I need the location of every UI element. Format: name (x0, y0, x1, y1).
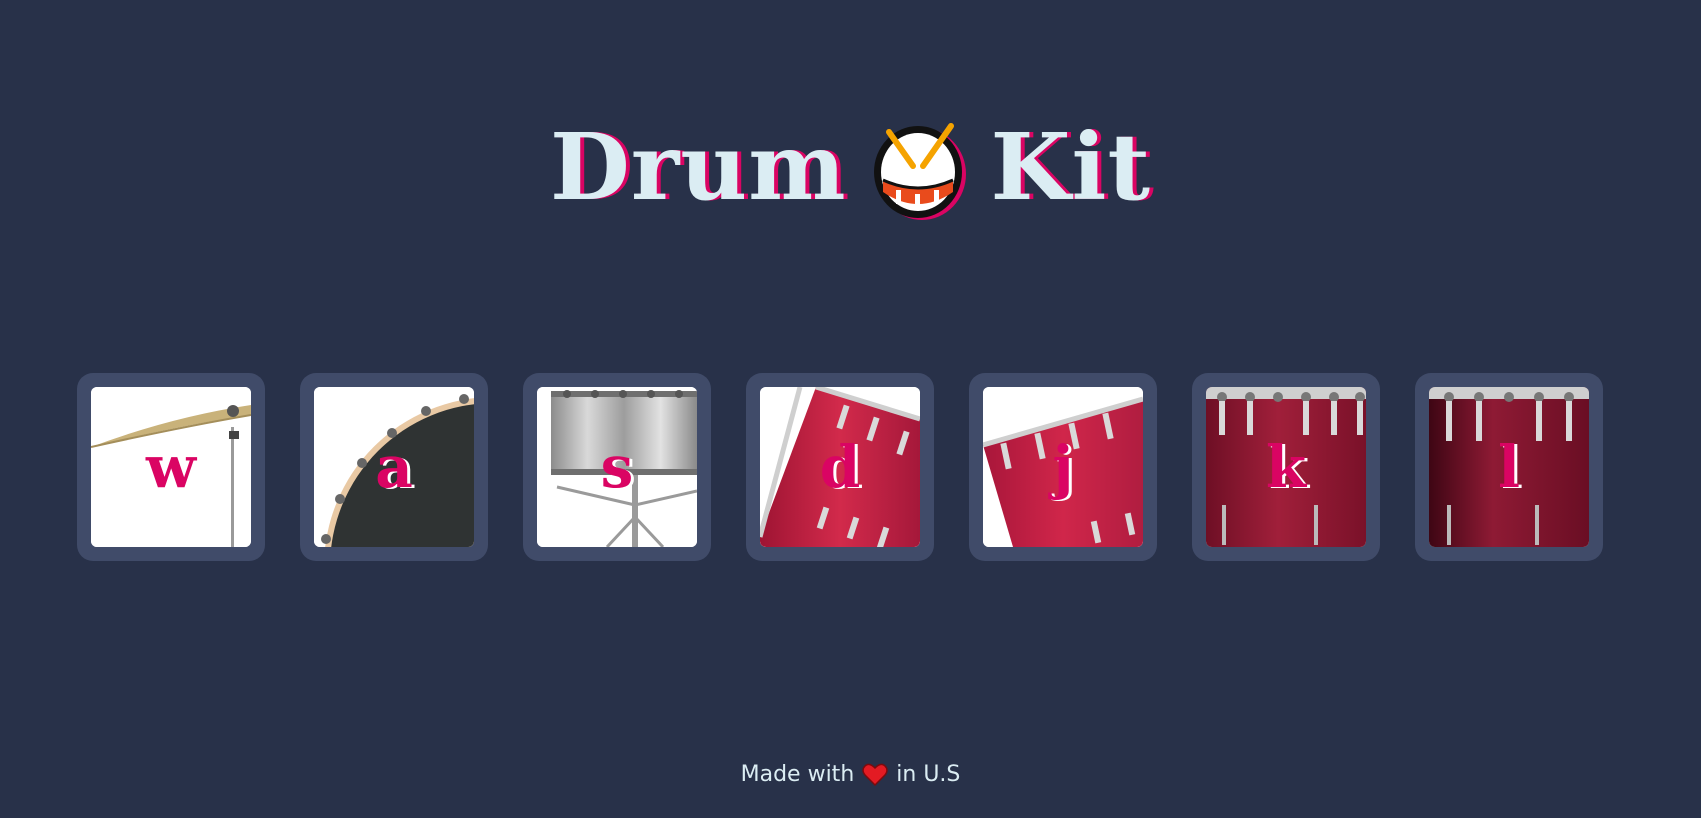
heart-icon (862, 763, 889, 786)
drum-key-face: d (760, 387, 920, 547)
drum-key-face: l (1429, 387, 1589, 547)
title-word-kit: Kit (990, 112, 1151, 221)
footer-made-with: Made with (740, 762, 855, 787)
drum-key-a[interactable]: a (300, 373, 488, 561)
drum-key-s[interactable]: s (523, 373, 711, 561)
drum-key-d[interactable]: d (746, 373, 934, 561)
key-letter: k (1265, 433, 1307, 501)
drum-key-face: j (983, 387, 1143, 547)
key-letter: a (375, 433, 413, 501)
drum-key-k[interactable]: k (1192, 373, 1380, 561)
drum-key-face: k (1206, 387, 1366, 547)
drum-keys: w a s d j k l (77, 373, 1603, 561)
key-letter: w (146, 433, 196, 501)
key-letter: j (1052, 433, 1074, 501)
key-letter: s (600, 433, 634, 501)
drum-key-j[interactable]: j (969, 373, 1157, 561)
drum-key-face: a (314, 387, 474, 547)
page-title: Drum Kit (0, 112, 1701, 222)
footer: Made with in U.S (0, 762, 1701, 787)
key-letter: d (819, 433, 861, 501)
key-letter: l (1497, 433, 1521, 501)
title-word-drum: Drum (550, 112, 847, 221)
drum-key-face: w (91, 387, 251, 547)
drum-key-l[interactable]: l (1415, 373, 1603, 561)
drum-key-face: s (537, 387, 697, 547)
drum-icon (873, 122, 966, 220)
drum-key-w[interactable]: w (77, 373, 265, 561)
footer-location: in U.S (896, 762, 961, 787)
